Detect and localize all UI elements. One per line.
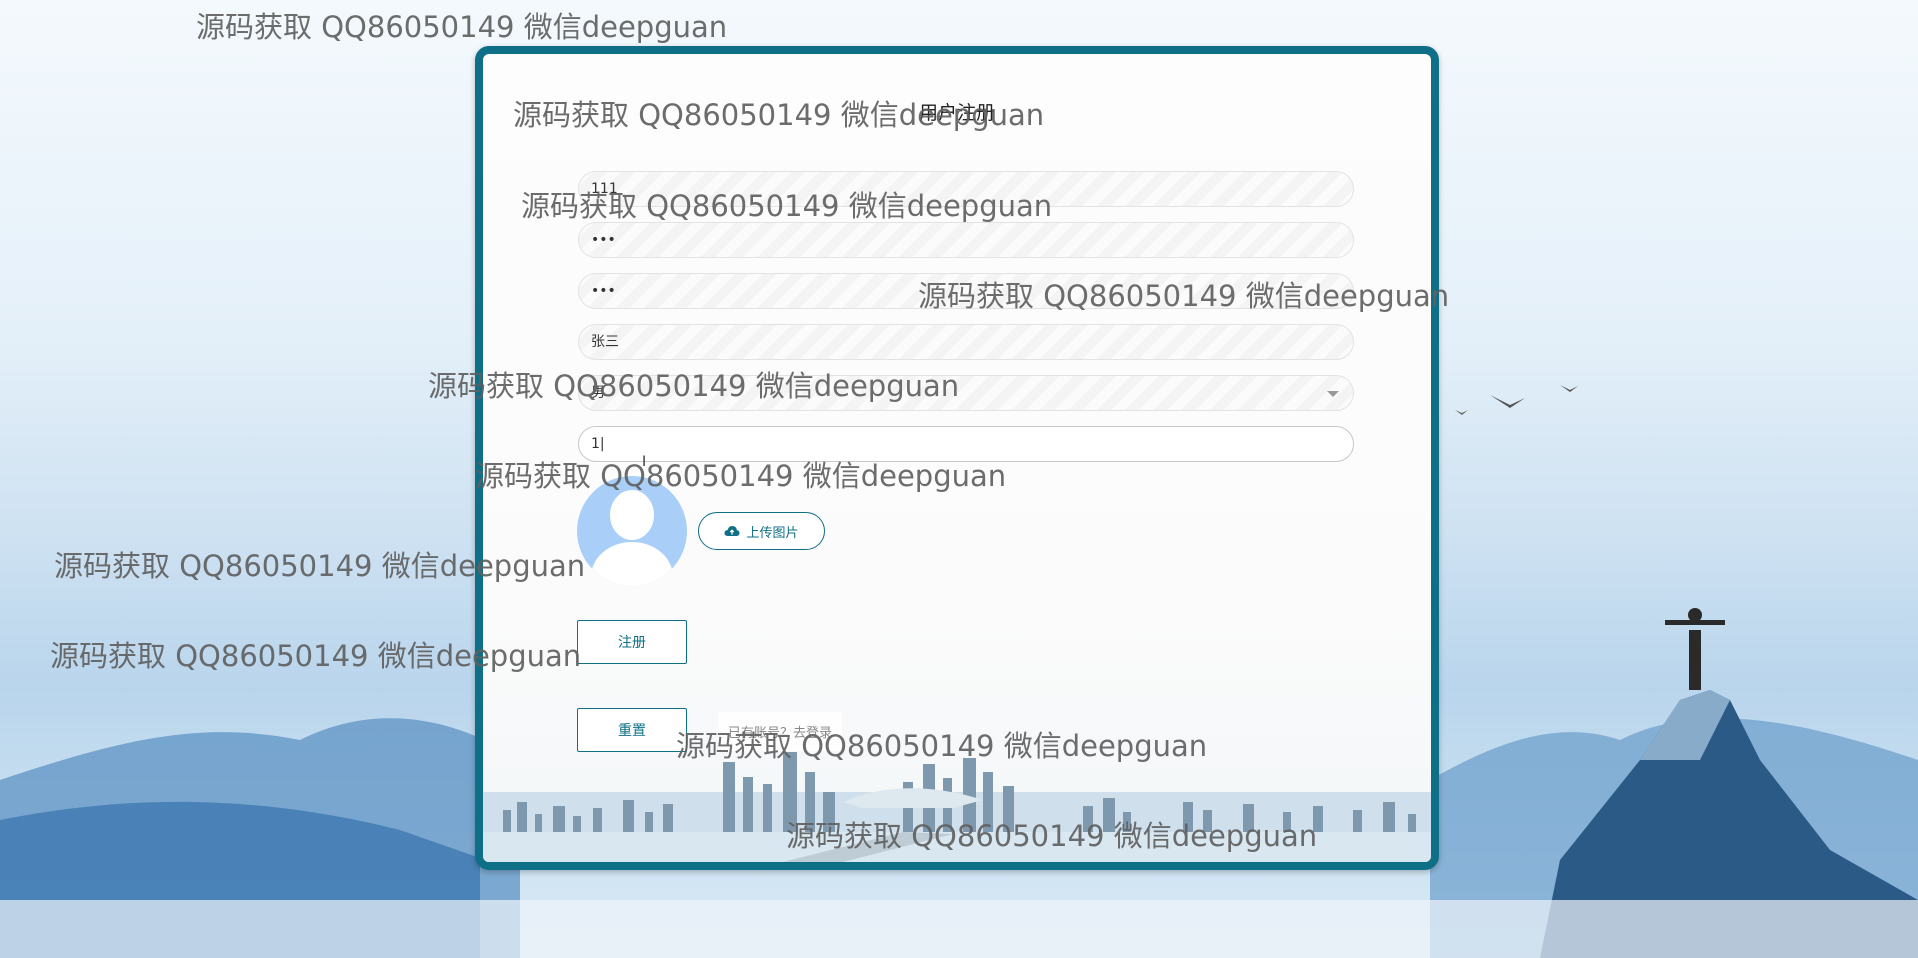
name-value: 张三 — [591, 334, 619, 350]
gender-value: 男 — [591, 385, 605, 401]
confirm-password-field[interactable]: ••• — [578, 273, 1354, 309]
gender-select[interactable]: 男 — [578, 375, 1354, 411]
confirm-password-value: ••• — [591, 283, 616, 299]
register-button[interactable]: 注册 — [577, 620, 687, 664]
name-field[interactable]: 张三 — [578, 324, 1354, 360]
city-skyline-image — [483, 752, 1431, 862]
username-field[interactable]: 111 — [578, 171, 1354, 207]
age-value: 1 — [591, 436, 600, 452]
user-avatar-icon — [577, 476, 687, 586]
page-title: 用户注册 — [918, 102, 995, 124]
username-value: 111 — [591, 181, 618, 197]
age-field[interactable]: 1| — [578, 426, 1354, 462]
text-cursor-icon: I — [642, 454, 647, 470]
register-panel: 用户注册 111 ••• ••• 张三 男 1| I 上传图片 注册 重置 已有… — [475, 46, 1439, 870]
password-value: ••• — [591, 232, 616, 248]
upload-label: 上传图片 — [746, 525, 799, 541]
chevron-down-icon — [1327, 391, 1339, 397]
password-field[interactable]: ••• — [578, 222, 1354, 258]
upload-image-button[interactable]: 上传图片 — [698, 512, 825, 550]
cloud-upload-icon — [724, 526, 740, 536]
register-label: 注册 — [618, 635, 646, 651]
